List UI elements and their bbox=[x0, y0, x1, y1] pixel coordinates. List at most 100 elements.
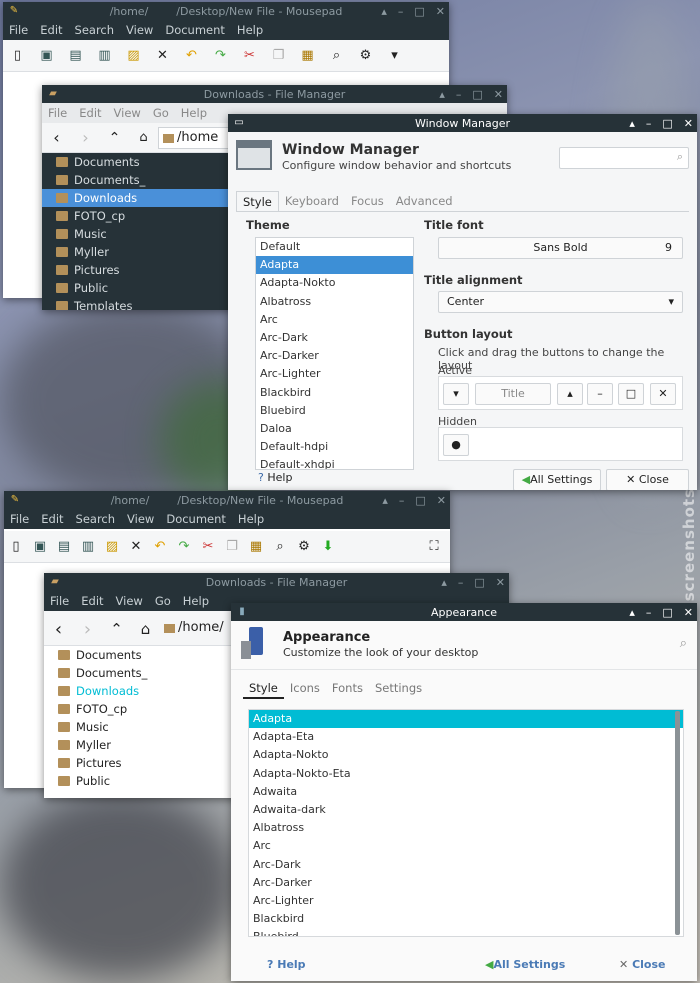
tab-advanced[interactable]: Advanced bbox=[390, 191, 459, 212]
appearance-titlebar[interactable]: ▮ Appearance ▴ – □ ✕ bbox=[231, 603, 697, 621]
tab-settings[interactable]: Settings bbox=[369, 679, 428, 699]
shade-icon[interactable]: ▴ bbox=[629, 117, 635, 130]
paste-icon[interactable]: ▦ bbox=[244, 539, 268, 554]
theme-list[interactable]: Adapta Adapta-Eta Adapta-Nokto Adapta-Nokto… bbox=[248, 709, 684, 937]
sidebar-item[interactable]: Downloads bbox=[42, 189, 230, 207]
list-item[interactable]: Adapta-Eta bbox=[249, 728, 683, 746]
close-doc-icon[interactable]: ✕ bbox=[124, 539, 148, 554]
mousepad-titlebar[interactable]: ✎ /home/ /Desktop/New File - Mousepad ▴ –… bbox=[3, 2, 449, 20]
maximize-icon[interactable]: □ bbox=[414, 5, 424, 18]
list-item[interactable]: Adapta bbox=[249, 710, 683, 729]
shade-button-slot[interactable]: ▴ bbox=[557, 383, 583, 405]
menu-file[interactable]: File bbox=[42, 106, 73, 120]
stick-button-slot[interactable]: ● bbox=[443, 434, 469, 456]
up-icon[interactable]: ⌃ bbox=[100, 130, 129, 146]
shade-icon[interactable]: ▴ bbox=[382, 494, 388, 507]
search-icon[interactable]: ⌕ bbox=[680, 636, 687, 651]
menu-go[interactable]: Go bbox=[149, 594, 177, 608]
back-icon[interactable]: ‹ bbox=[42, 128, 71, 147]
list-item[interactable]: Albatross bbox=[249, 819, 683, 837]
paste-icon[interactable]: ▦ bbox=[293, 48, 322, 63]
menu-file[interactable]: File bbox=[44, 594, 75, 608]
sidebar-item[interactable]: Public bbox=[44, 772, 232, 790]
list-item[interactable]: Default-hdpi bbox=[256, 438, 413, 456]
list-item[interactable]: Arc-Darker bbox=[249, 874, 683, 892]
minimize-icon[interactable]: – bbox=[646, 606, 652, 619]
filemanager-titlebar[interactable]: ▰ Downloads - File Manager ▴ – □ ✕ bbox=[42, 85, 507, 103]
close-icon[interactable]: ✕ bbox=[436, 5, 445, 18]
sidebar-item[interactable]: Documents bbox=[44, 646, 232, 664]
menu-document[interactable]: Document bbox=[159, 23, 231, 37]
close-button[interactable]: ✕ Close bbox=[606, 469, 689, 490]
list-item[interactable]: Adapta-Nokto bbox=[249, 746, 683, 764]
tab-style[interactable]: Style bbox=[236, 191, 279, 212]
title-alignment-select[interactable]: Center ▾ bbox=[438, 291, 683, 313]
search-input[interactable]: ⌕ bbox=[559, 147, 689, 169]
menu-help[interactable]: Help bbox=[231, 23, 269, 37]
list-item[interactable]: Arc bbox=[256, 311, 413, 329]
list-item[interactable]: Adapta bbox=[256, 256, 413, 275]
sidebar-item[interactable]: FOTO_cp bbox=[42, 207, 230, 225]
fullscreen-icon[interactable]: ⛶ bbox=[426, 539, 442, 554]
undo-icon[interactable]: ↶ bbox=[148, 539, 172, 554]
new-icon[interactable]: ▯ bbox=[3, 48, 32, 63]
sidebar-item[interactable]: Music bbox=[44, 718, 232, 736]
menu-file[interactable]: File bbox=[3, 23, 34, 37]
home-icon[interactable]: ⌂ bbox=[129, 130, 158, 145]
find-icon[interactable]: ⌕ bbox=[322, 48, 351, 63]
save-as-icon[interactable]: ▥ bbox=[90, 48, 119, 63]
tab-keyboard[interactable]: Keyboard bbox=[279, 191, 345, 212]
sidebar-item[interactable]: Documents_ bbox=[42, 171, 230, 189]
menu-edit[interactable]: Edit bbox=[35, 512, 69, 526]
maximize-button-slot[interactable]: □ bbox=[618, 383, 644, 405]
list-item[interactable]: Adwaita bbox=[249, 783, 683, 801]
minimize-icon[interactable]: – bbox=[458, 576, 464, 589]
replace-icon[interactable]: ⚙ bbox=[292, 539, 316, 554]
menu-button-slot[interactable]: ▾ bbox=[443, 383, 469, 405]
path-bar[interactable]: /home bbox=[158, 126, 238, 149]
new-icon[interactable]: ▯ bbox=[4, 539, 28, 554]
menu-edit[interactable]: Edit bbox=[73, 106, 107, 120]
minimize-icon[interactable]: – bbox=[399, 494, 405, 507]
close-icon[interactable]: ✕ bbox=[437, 494, 446, 507]
sidebar-item[interactable]: Downloads bbox=[44, 682, 232, 700]
tab-fonts[interactable]: Fonts bbox=[326, 679, 369, 699]
help-button[interactable]: ? Help bbox=[258, 471, 292, 484]
filemanager-titlebar[interactable]: ▰ Downloads - File Manager ▴ – □ ✕ bbox=[44, 573, 509, 591]
copy-icon[interactable]: ❐ bbox=[264, 48, 293, 63]
minimize-icon[interactable]: – bbox=[646, 117, 652, 130]
redo-icon[interactable]: ↷ bbox=[206, 48, 235, 63]
tab-icons[interactable]: Icons bbox=[284, 679, 326, 699]
list-item[interactable]: Bluebird bbox=[256, 402, 413, 420]
sidebar-item[interactable]: Templates bbox=[42, 297, 230, 310]
menu-view[interactable]: View bbox=[120, 23, 159, 37]
open-icon[interactable]: ▣ bbox=[28, 539, 52, 554]
forward-icon[interactable]: › bbox=[73, 619, 102, 640]
close-icon[interactable]: ✕ bbox=[496, 576, 505, 589]
save-as-icon[interactable]: ▥ bbox=[76, 539, 100, 554]
find-icon[interactable]: ⌕ bbox=[268, 539, 292, 554]
copy-icon[interactable]: ❐ bbox=[220, 539, 244, 554]
menu-help[interactable]: Help bbox=[175, 106, 213, 120]
minimize-button[interactable]: – bbox=[398, 5, 404, 18]
sidebar-item[interactable]: Myller bbox=[44, 736, 232, 754]
minimize-icon[interactable]: – bbox=[456, 88, 462, 101]
list-item[interactable]: Blackbird bbox=[256, 384, 413, 402]
sidebar-item[interactable]: FOTO_cp bbox=[44, 700, 232, 718]
maximize-icon[interactable]: □ bbox=[415, 494, 425, 507]
maximize-icon[interactable]: □ bbox=[662, 606, 672, 619]
overflow-chevron-icon[interactable]: ▾ bbox=[380, 48, 409, 63]
reload-icon[interactable]: ▨ bbox=[100, 539, 124, 554]
list-scrollbar[interactable] bbox=[675, 711, 680, 935]
title-slot[interactable]: Title bbox=[475, 383, 551, 405]
up-icon[interactable]: ⌃ bbox=[102, 620, 131, 638]
menu-view[interactable]: View bbox=[110, 594, 149, 608]
cut-icon[interactable]: ✂ bbox=[235, 48, 264, 63]
close-icon[interactable]: ✕ bbox=[494, 88, 503, 101]
list-item[interactable]: Daloa bbox=[256, 420, 413, 438]
save-icon[interactable]: ▤ bbox=[61, 48, 90, 63]
sidebar-item[interactable]: Music bbox=[42, 225, 230, 243]
list-item[interactable]: Arc-Lighter bbox=[256, 365, 413, 383]
sidebar-item[interactable]: Public bbox=[42, 279, 230, 297]
list-item[interactable]: Default bbox=[256, 238, 413, 256]
